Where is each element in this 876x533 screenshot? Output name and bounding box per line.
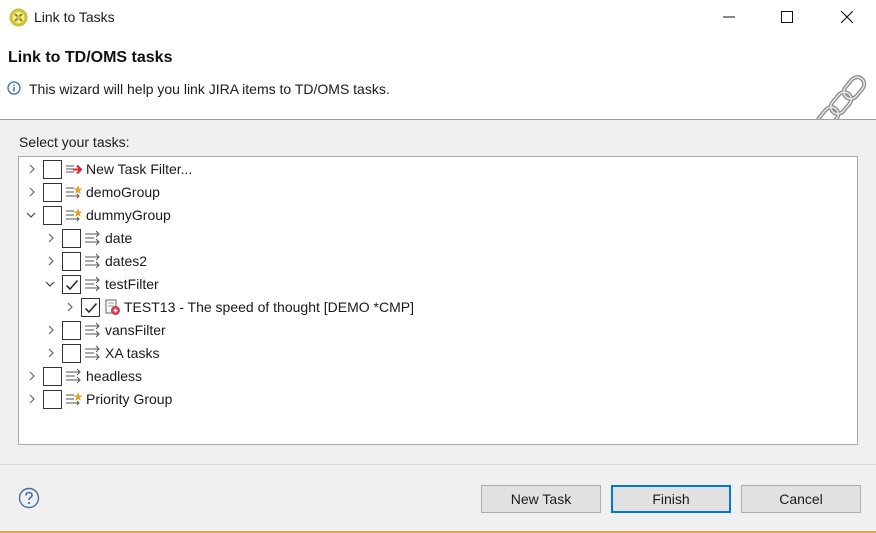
chevron-right-icon[interactable] bbox=[26, 186, 38, 198]
tree-item-checkbox[interactable] bbox=[43, 183, 62, 202]
close-button[interactable] bbox=[818, 0, 876, 34]
chevron-right-icon[interactable] bbox=[45, 324, 57, 336]
chevron-right-icon[interactable] bbox=[45, 232, 57, 244]
tree-item-label: vansFilter bbox=[105, 322, 166, 338]
group-icon bbox=[66, 208, 83, 222]
chevron-right-icon[interactable] bbox=[26, 393, 38, 405]
filter-icon bbox=[85, 253, 100, 269]
window-title: Link to Tasks bbox=[34, 9, 115, 25]
page-title: Link to TD/OMS tasks bbox=[8, 49, 173, 66]
new-task-button[interactable]: New Task bbox=[481, 485, 601, 513]
tree-item-label: headless bbox=[86, 368, 143, 384]
info-icon bbox=[7, 81, 21, 95]
tree-item-checkbox[interactable] bbox=[62, 344, 81, 363]
filter-icon bbox=[85, 322, 100, 338]
chevron-right-icon[interactable] bbox=[26, 370, 38, 382]
maximize-icon bbox=[781, 11, 793, 23]
title-bar: Link to Tasks bbox=[0, 0, 876, 34]
checkmark-icon bbox=[65, 280, 79, 291]
minimize-icon bbox=[723, 16, 735, 18]
tree-item-label: dates2 bbox=[105, 253, 148, 269]
tree-item-label: New Task Filter... bbox=[86, 161, 193, 177]
group-icon bbox=[66, 185, 83, 199]
filter-icon bbox=[85, 276, 100, 292]
filter-icon bbox=[85, 230, 100, 246]
tree-item-checkbox-checked[interactable] bbox=[62, 275, 81, 294]
chevron-down-icon[interactable] bbox=[25, 209, 37, 221]
filter-icon bbox=[85, 345, 100, 361]
tree-item-label: testFilter bbox=[105, 276, 159, 292]
header-description: This wizard will help you link JIRA item… bbox=[29, 81, 390, 97]
task-tree[interactable]: New Task Filter... demoGroup dummyGroup … bbox=[18, 156, 858, 445]
chevron-down-icon[interactable] bbox=[44, 278, 56, 290]
tree-item-label: date bbox=[105, 230, 133, 246]
maximize-button[interactable] bbox=[758, 0, 816, 34]
group-icon bbox=[66, 392, 83, 406]
checkmark-icon bbox=[84, 303, 98, 314]
cancel-button[interactable]: Cancel bbox=[741, 485, 861, 513]
tree-item-checkbox[interactable] bbox=[62, 321, 81, 340]
tasks-label: Select your tasks: bbox=[19, 134, 130, 150]
tree-item-checkbox[interactable] bbox=[43, 390, 62, 409]
footer-separator bbox=[0, 464, 876, 465]
task-icon bbox=[105, 299, 120, 315]
chevron-right-icon[interactable] bbox=[26, 163, 38, 175]
wizard-header: Link to TD/OMS tasks This wizard will he… bbox=[0, 34, 876, 131]
wizard-body: Select your tasks: New Task Filter... de… bbox=[0, 120, 876, 533]
eclipse-app-icon bbox=[9, 8, 28, 27]
chevron-right-icon[interactable] bbox=[64, 301, 76, 313]
tree-item-checkbox[interactable] bbox=[43, 367, 62, 386]
tree-item-label: Priority Group bbox=[86, 391, 173, 407]
chevron-right-icon[interactable] bbox=[45, 255, 57, 267]
tree-item-label: TEST13 - The speed of thought [DEMO *CMP… bbox=[124, 299, 414, 315]
new-filter-icon bbox=[66, 164, 83, 175]
minimize-button[interactable] bbox=[700, 0, 758, 34]
chevron-right-icon[interactable] bbox=[45, 347, 57, 359]
close-icon bbox=[841, 11, 853, 23]
help-icon[interactable] bbox=[18, 487, 40, 509]
finish-button[interactable]: Finish bbox=[611, 485, 731, 513]
tree-item-checkbox[interactable] bbox=[43, 160, 62, 179]
tree-item-checkbox-checked[interactable] bbox=[81, 298, 100, 317]
tree-item-checkbox[interactable] bbox=[62, 229, 81, 248]
filter-icon bbox=[66, 368, 81, 384]
tree-item-label: XA tasks bbox=[105, 345, 160, 361]
tree-item-label: dummyGroup bbox=[86, 207, 171, 223]
tree-item-checkbox[interactable] bbox=[62, 252, 81, 271]
tree-item-label: demoGroup bbox=[86, 184, 160, 200]
tree-item-checkbox[interactable] bbox=[43, 206, 62, 225]
